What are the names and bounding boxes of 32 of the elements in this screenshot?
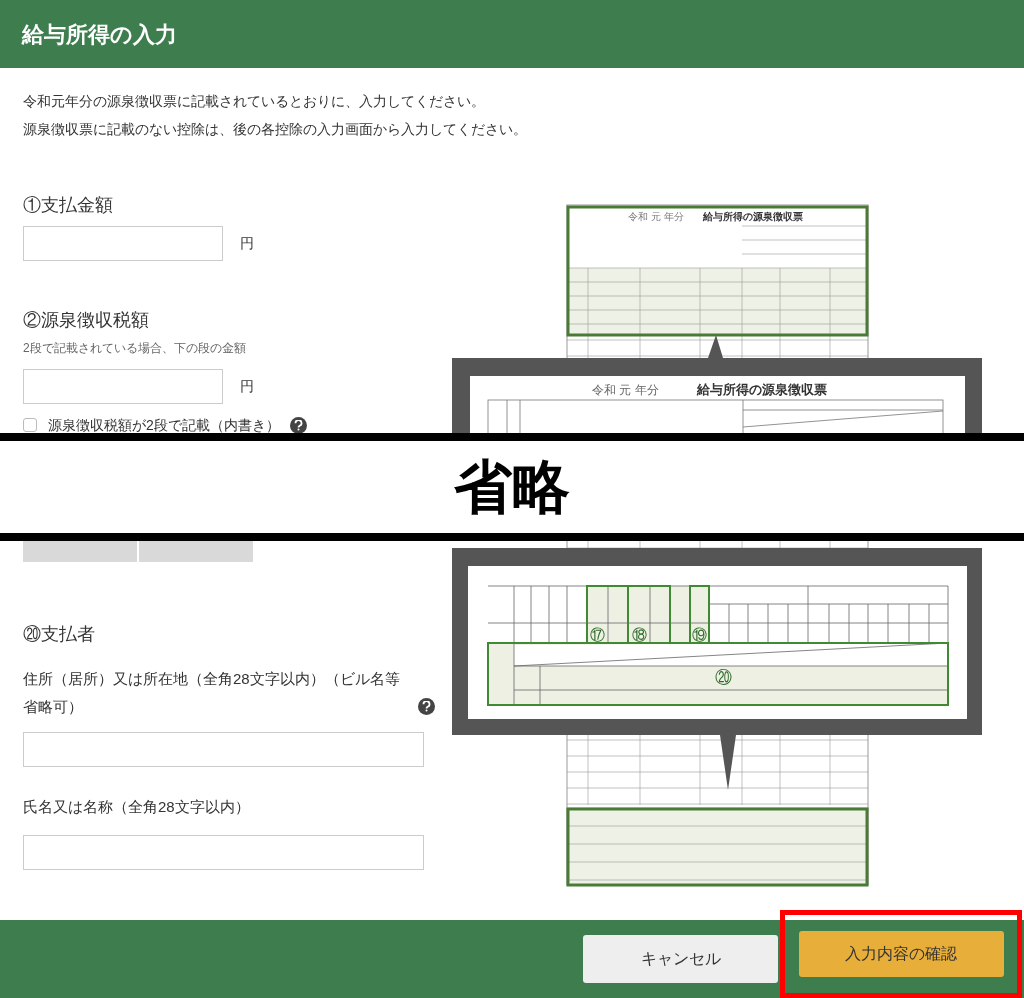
unit-label: 円 <box>240 377 254 396</box>
amount-field[interactable] <box>23 226 223 261</box>
slip-title: 給与所得の源泉徴収票 <box>703 211 803 222</box>
field-note: 2段で記載されている場合、下の段の金額 <box>23 340 247 357</box>
section-heading: ②源泉徴収税額 <box>23 309 149 332</box>
checkbox[interactable] <box>23 418 37 432</box>
marker-number: ⑲ <box>691 626 707 643</box>
amount-field[interactable] <box>23 369 223 404</box>
intro-text: 令和元年分の源泉徴収票に記載されているとおりに、入力してください。 <box>23 92 486 111</box>
choice-button[interactable] <box>139 541 253 562</box>
cancel-button[interactable]: キャンセル <box>583 935 778 983</box>
marker-number: ⑱ <box>631 626 647 643</box>
unit-label: 円 <box>240 234 254 253</box>
page-title: 給与所得の入力 <box>22 20 177 49</box>
slip-era: 令和 元 年分 <box>628 211 684 222</box>
marker-number: ⑳ <box>714 668 732 687</box>
checkbox-label: 源泉徴収税額が2段で記載（内書き） <box>48 415 280 435</box>
omission-label: 省略 <box>454 458 570 516</box>
field-label: 氏名又は名称（全角28文字以内） <box>23 797 250 817</box>
choice-button[interactable] <box>23 541 137 562</box>
slip-era: 令和 元 年分 <box>592 383 659 397</box>
help-icon[interactable] <box>289 416 307 434</box>
field-label: 住所（居所）又は所在地（全角28文字以内）（ビル名等省略可） <box>23 669 401 717</box>
section-heading: ①支払金額 <box>23 194 113 217</box>
marker-number: ⑰ <box>589 626 605 643</box>
section-heading: ⑳支払者 <box>23 623 95 646</box>
text-field[interactable] <box>23 835 424 870</box>
help-icon[interactable] <box>418 698 435 715</box>
slip-title: 給与所得の源泉徴収票 <box>697 382 827 397</box>
confirm-button[interactable]: 入力内容の確認 <box>798 931 1004 977</box>
text-field[interactable] <box>23 732 424 767</box>
intro-text: 源泉徴収票に記載のない控除は、後の各控除の入力画面から入力してください。 <box>23 120 528 139</box>
